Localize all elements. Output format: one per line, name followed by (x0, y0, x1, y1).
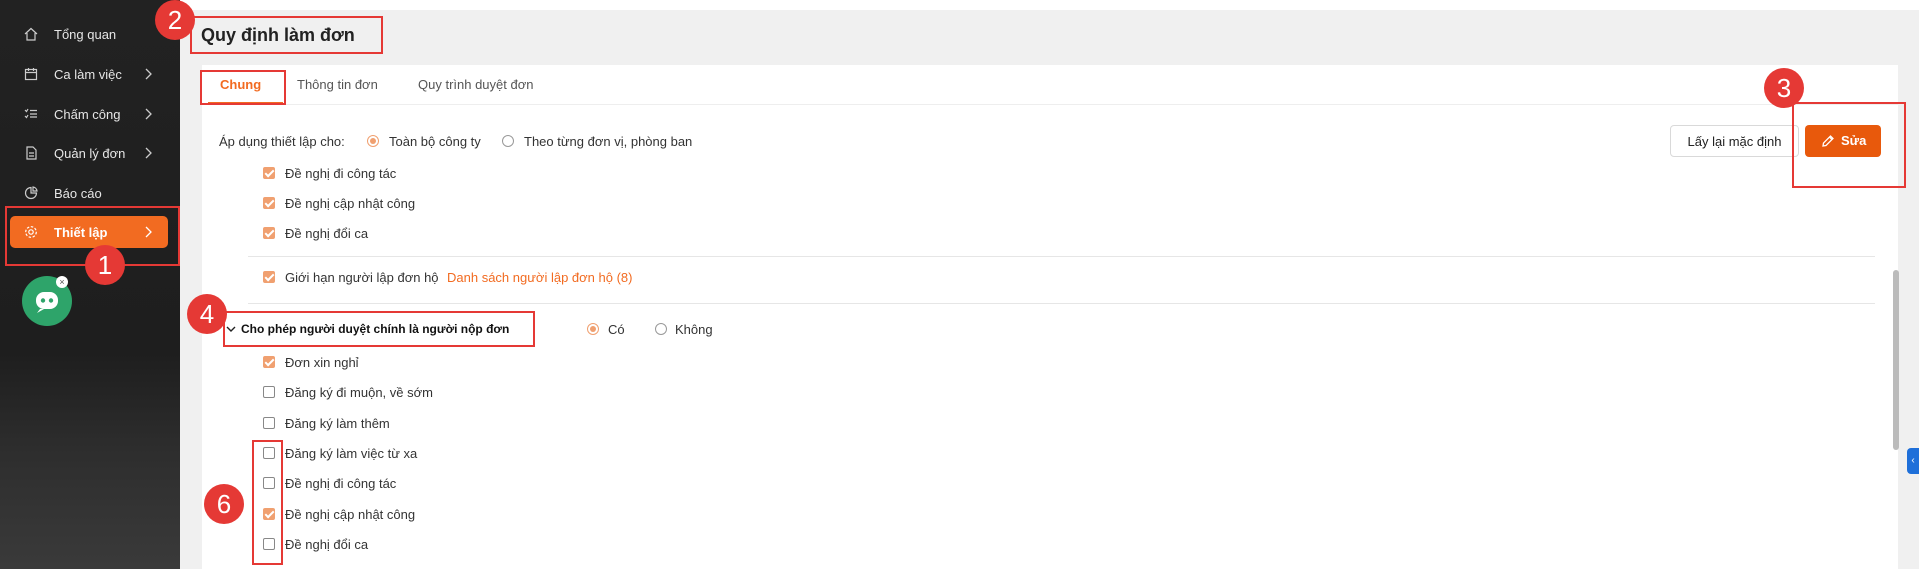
sidebar: Tổng quan Ca làm việc Chấm công Quản lý … (0, 0, 180, 569)
checkbox-de-nghi-di-cong-tac[interactable] (263, 167, 275, 179)
checkbox-de-nghi-doi-ca[interactable] (263, 227, 275, 239)
chatbot-close-icon[interactable]: × (56, 276, 68, 288)
sidebar-item-label: Báo cáo (54, 186, 102, 201)
top-bar (180, 0, 1919, 10)
checkbox-label: Đề nghị cập nhật công (285, 507, 416, 522)
radio-label: Có (608, 322, 625, 337)
pie-chart-icon (24, 186, 38, 200)
checkbox-label: Đăng ký làm việc từ xa (285, 446, 418, 461)
checkbox-label: Đề nghị đi công tác (285, 476, 397, 491)
document-icon (26, 146, 37, 160)
tab-divider (202, 104, 1898, 105)
home-icon (24, 27, 38, 41)
tab-thong-tin-don[interactable]: Thông tin đơn (297, 77, 378, 92)
radio-toan-bo-cong-ty[interactable] (367, 135, 379, 147)
annotation-badge-6: 6 (204, 484, 244, 524)
annotation-badge-3: 3 (1764, 68, 1804, 108)
annotation-box-4 (223, 311, 535, 347)
checkbox-label: Đề nghị đổi ca (285, 537, 369, 552)
radio-label: Không (675, 322, 713, 337)
radio-label: Theo từng đơn vị, phòng ban (524, 134, 693, 149)
reset-default-button[interactable]: Lấy lại mặc định (1670, 125, 1799, 157)
apply-scope-label: Áp dụng thiết lập cho: (219, 134, 345, 149)
sidebar-item-label: Chấm công (54, 107, 121, 122)
checkbox-label: Đơn xin nghỉ (285, 355, 359, 370)
chevron-right-icon (145, 68, 152, 80)
checkbox-label: Đăng ký đi muộn, về sớm (285, 385, 433, 400)
scrollbar[interactable] (1893, 270, 1899, 450)
checkbox-gioi-han-nguoi-lap-don-ho[interactable] (263, 271, 275, 283)
calendar-icon (24, 68, 38, 81)
annotation-badge-1: 1 (85, 245, 125, 285)
sidebar-item-label: Tổng quan (54, 27, 117, 42)
checkbox-label: Đề nghị đi công tác (285, 166, 397, 181)
sidebar-item-label: Ca làm việc (54, 67, 122, 82)
checkbox-de-nghi-cap-nhat-cong[interactable] (263, 197, 275, 209)
sidebar-item-quan-ly-don[interactable]: Quản lý đơn (10, 137, 168, 169)
checkbox-label: Đăng ký làm thêm (285, 416, 390, 431)
annotation-badge-4: 4 (187, 294, 227, 334)
sidebar-item-label: Quản lý đơn (54, 146, 126, 161)
proxy-list-link[interactable]: Danh sách người lập đơn hộ (8) (447, 270, 632, 285)
tab-quy-trinh-duyet-don[interactable]: Quy trình duyệt đơn (418, 77, 533, 92)
sidebar-item-cham-cong[interactable]: Chấm công (10, 98, 168, 130)
annotation-box-2 (190, 16, 383, 54)
sidebar-item-tong-quan[interactable]: Tổng quan (10, 18, 168, 50)
radio-khong[interactable] (655, 323, 667, 335)
sidebar-item-bao-cao[interactable]: Báo cáo (10, 177, 168, 209)
sidebar-item-ca-lam-viec[interactable]: Ca làm việc (10, 58, 168, 90)
chevron-right-icon (145, 147, 152, 159)
checkbox-don-xin-nghi[interactable] (263, 356, 275, 368)
collapse-panel-icon[interactable]: ‹ (1907, 448, 1919, 474)
radio-label: Toàn bộ công ty (389, 134, 481, 149)
checkbox-label: Đề nghị cập nhật công (285, 196, 416, 211)
annotation-badge-2: 2 (155, 0, 195, 40)
checkbox-dang-ky-lam-them[interactable] (263, 417, 275, 429)
annotation-box-3 (1792, 102, 1906, 188)
checkbox-label: Đề nghị đổi ca (285, 226, 369, 241)
divider (248, 256, 1875, 257)
divider (248, 303, 1875, 304)
checkbox-label: Giới hạn người lập đơn hộ (285, 270, 439, 285)
radio-theo-don-vi[interactable] (502, 135, 514, 147)
annotation-box-tab (200, 70, 286, 105)
radio-co[interactable] (587, 323, 599, 335)
checklist-icon (24, 108, 37, 119)
annotation-box-6 (252, 440, 283, 565)
checkbox-dang-ky-di-muon-ve-som[interactable] (263, 386, 275, 398)
chevron-right-icon (145, 108, 152, 120)
